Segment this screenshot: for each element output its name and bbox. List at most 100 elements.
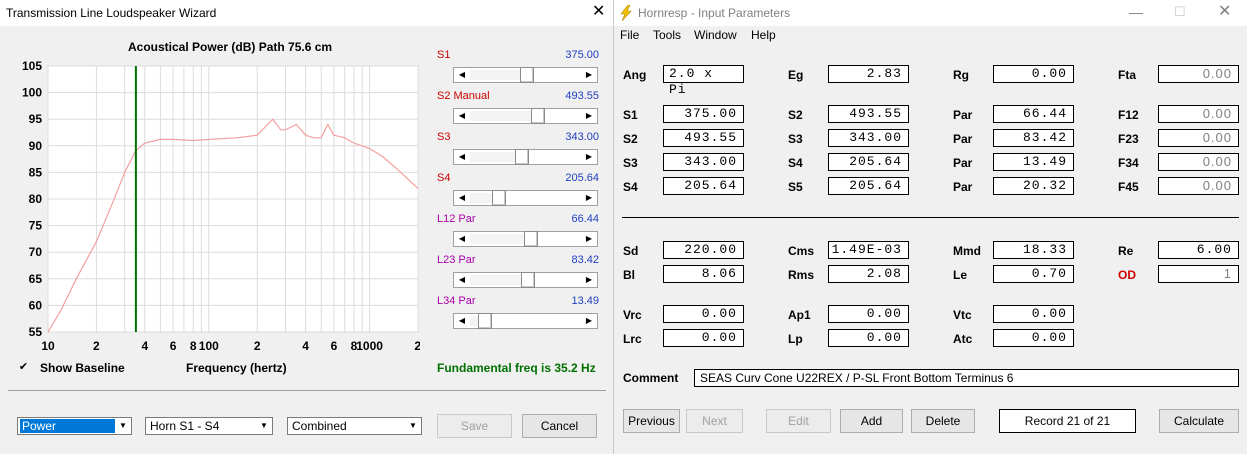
- parameter-slider[interactable]: ◀ ▶: [453, 149, 598, 165]
- param-field[interactable]: 1.49E-03: [828, 241, 909, 259]
- slider-track[interactable]: [470, 234, 524, 244]
- param-field[interactable]: 0.00: [828, 305, 909, 323]
- calculate-button[interactable]: Calculate: [1159, 409, 1239, 433]
- param-field[interactable]: 0.00: [663, 329, 744, 347]
- next-button[interactable]: Next: [686, 409, 743, 433]
- parameter-slider[interactable]: ◀ ▶: [453, 272, 598, 288]
- param-field[interactable]: 0.00: [993, 65, 1074, 83]
- param-field[interactable]: 0.00: [828, 329, 909, 347]
- slider-track[interactable]: [470, 70, 520, 80]
- previous-button[interactable]: Previous: [623, 409, 680, 433]
- arrow-right-icon[interactable]: ▶: [582, 314, 596, 328]
- arrow-left-icon[interactable]: ◀: [455, 314, 469, 328]
- param-field[interactable]: 2.08: [828, 265, 909, 283]
- param-field[interactable]: 343.00: [663, 153, 744, 171]
- param-field[interactable]: 0.70: [993, 265, 1074, 283]
- param-label: Par: [953, 180, 973, 194]
- close-icon[interactable]: ✕: [592, 3, 605, 21]
- param-field[interactable]: 1: [1158, 265, 1239, 283]
- arrow-right-icon[interactable]: ▶: [582, 68, 596, 82]
- add-button[interactable]: Add: [840, 409, 903, 433]
- close-icon[interactable]: ✕: [1218, 3, 1231, 21]
- slider-thumb[interactable]: [478, 313, 492, 329]
- arrow-right-icon[interactable]: ▶: [582, 232, 596, 246]
- param-field[interactable]: 220.00: [663, 241, 744, 259]
- slider-thumb[interactable]: [531, 108, 545, 124]
- param-field[interactable]: 13.49: [993, 153, 1074, 171]
- arrow-left-icon[interactable]: ◀: [455, 232, 469, 246]
- x-tick-label: 10: [41, 339, 55, 353]
- param-field[interactable]: 205.64: [828, 153, 909, 171]
- slider-track[interactable]: [470, 316, 478, 326]
- param-field[interactable]: 0.00: [1158, 65, 1239, 83]
- chevron-down-icon[interactable]: ▼: [116, 419, 130, 433]
- arrow-left-icon[interactable]: ◀: [455, 150, 469, 164]
- param-field[interactable]: 343.00: [828, 129, 909, 147]
- parameter-slider[interactable]: ◀ ▶: [453, 231, 598, 247]
- slider-label: S2 Manual: [437, 90, 490, 102]
- save-button[interactable]: Save: [437, 414, 512, 438]
- param-field[interactable]: 0.00: [993, 305, 1074, 323]
- param-field[interactable]: 0.00: [1158, 177, 1239, 195]
- arrow-left-icon[interactable]: ◀: [455, 273, 469, 287]
- arrow-right-icon[interactable]: ▶: [582, 191, 596, 205]
- slider-track[interactable]: [470, 193, 492, 203]
- arrow-right-icon[interactable]: ▶: [582, 273, 596, 287]
- param-field[interactable]: 2.83: [828, 65, 909, 83]
- param-field[interactable]: 18.33: [993, 241, 1074, 259]
- param-field[interactable]: 83.42: [993, 129, 1074, 147]
- comment-field[interactable]: SEAS Curv Cone U22REX / P-SL Front Botto…: [694, 369, 1239, 387]
- slider-thumb[interactable]: [492, 190, 506, 206]
- param-field[interactable]: 205.64: [663, 177, 744, 195]
- maximize-icon[interactable]: ☐: [1174, 3, 1186, 21]
- hornresp-title: Hornresp - Input Parameters: [638, 6, 791, 20]
- param-field[interactable]: 0.00: [993, 329, 1074, 347]
- parameter-slider[interactable]: ◀ ▶: [453, 108, 598, 124]
- slider-thumb[interactable]: [521, 272, 535, 288]
- slider-track[interactable]: [470, 152, 515, 162]
- param-field[interactable]: 0.00: [1158, 129, 1239, 147]
- param-field[interactable]: 66.44: [993, 105, 1074, 123]
- param-field[interactable]: 0.00: [1158, 153, 1239, 171]
- parameter-slider[interactable]: ◀ ▶: [453, 67, 598, 83]
- param-field[interactable]: 6.00: [1158, 241, 1239, 259]
- slider-thumb[interactable]: [524, 231, 538, 247]
- slider-label: L34 Par: [437, 295, 476, 307]
- cancel-button[interactable]: Cancel: [522, 414, 597, 438]
- combine-dropdown[interactable]: Combined ▼: [287, 417, 422, 435]
- param-field[interactable]: 2.0 x Pi: [663, 65, 744, 97]
- power-chart: 105100959085807570656055 10 2 4 6 8 100 2 4 6 810…: [22, 59, 420, 353]
- menu-item-window[interactable]: Window: [694, 28, 737, 42]
- arrow-right-icon[interactable]: ▶: [582, 150, 596, 164]
- param-field[interactable]: 8.06: [663, 265, 744, 283]
- param-field[interactable]: 0.00: [1158, 105, 1239, 123]
- show-baseline-checkbox[interactable]: ✔: [17, 361, 30, 374]
- mode-dropdown[interactable]: Power ▼: [17, 417, 132, 435]
- param-field[interactable]: 205.64: [828, 177, 909, 195]
- arrow-left-icon[interactable]: ◀: [455, 68, 469, 82]
- minimize-icon[interactable]: —: [1129, 3, 1143, 21]
- parameter-slider[interactable]: ◀ ▶: [453, 313, 598, 329]
- slider-thumb[interactable]: [515, 149, 529, 165]
- param-field[interactable]: 0.00: [663, 305, 744, 323]
- arrow-left-icon[interactable]: ◀: [455, 191, 469, 205]
- param-field[interactable]: 375.00: [663, 105, 744, 123]
- chevron-down-icon[interactable]: ▼: [406, 419, 420, 433]
- y-tick-label: 75: [29, 219, 43, 233]
- slider-track[interactable]: [470, 275, 521, 285]
- chevron-down-icon[interactable]: ▼: [257, 419, 271, 433]
- param-field[interactable]: 493.55: [663, 129, 744, 147]
- menu-item-file[interactable]: File: [620, 28, 639, 42]
- edit-button[interactable]: Edit: [766, 409, 831, 433]
- param-field[interactable]: 493.55: [828, 105, 909, 123]
- arrow-left-icon[interactable]: ◀: [455, 109, 469, 123]
- parameter-slider[interactable]: ◀ ▶: [453, 190, 598, 206]
- menu-item-help[interactable]: Help: [751, 28, 776, 42]
- menu-item-tools[interactable]: Tools: [653, 28, 681, 42]
- param-field[interactable]: 20.32: [993, 177, 1074, 195]
- horn-dropdown[interactable]: Horn S1 - S4 ▼: [145, 417, 273, 435]
- slider-thumb[interactable]: [520, 67, 534, 83]
- slider-track[interactable]: [470, 111, 531, 121]
- arrow-right-icon[interactable]: ▶: [582, 109, 596, 123]
- delete-button[interactable]: Delete: [911, 409, 975, 433]
